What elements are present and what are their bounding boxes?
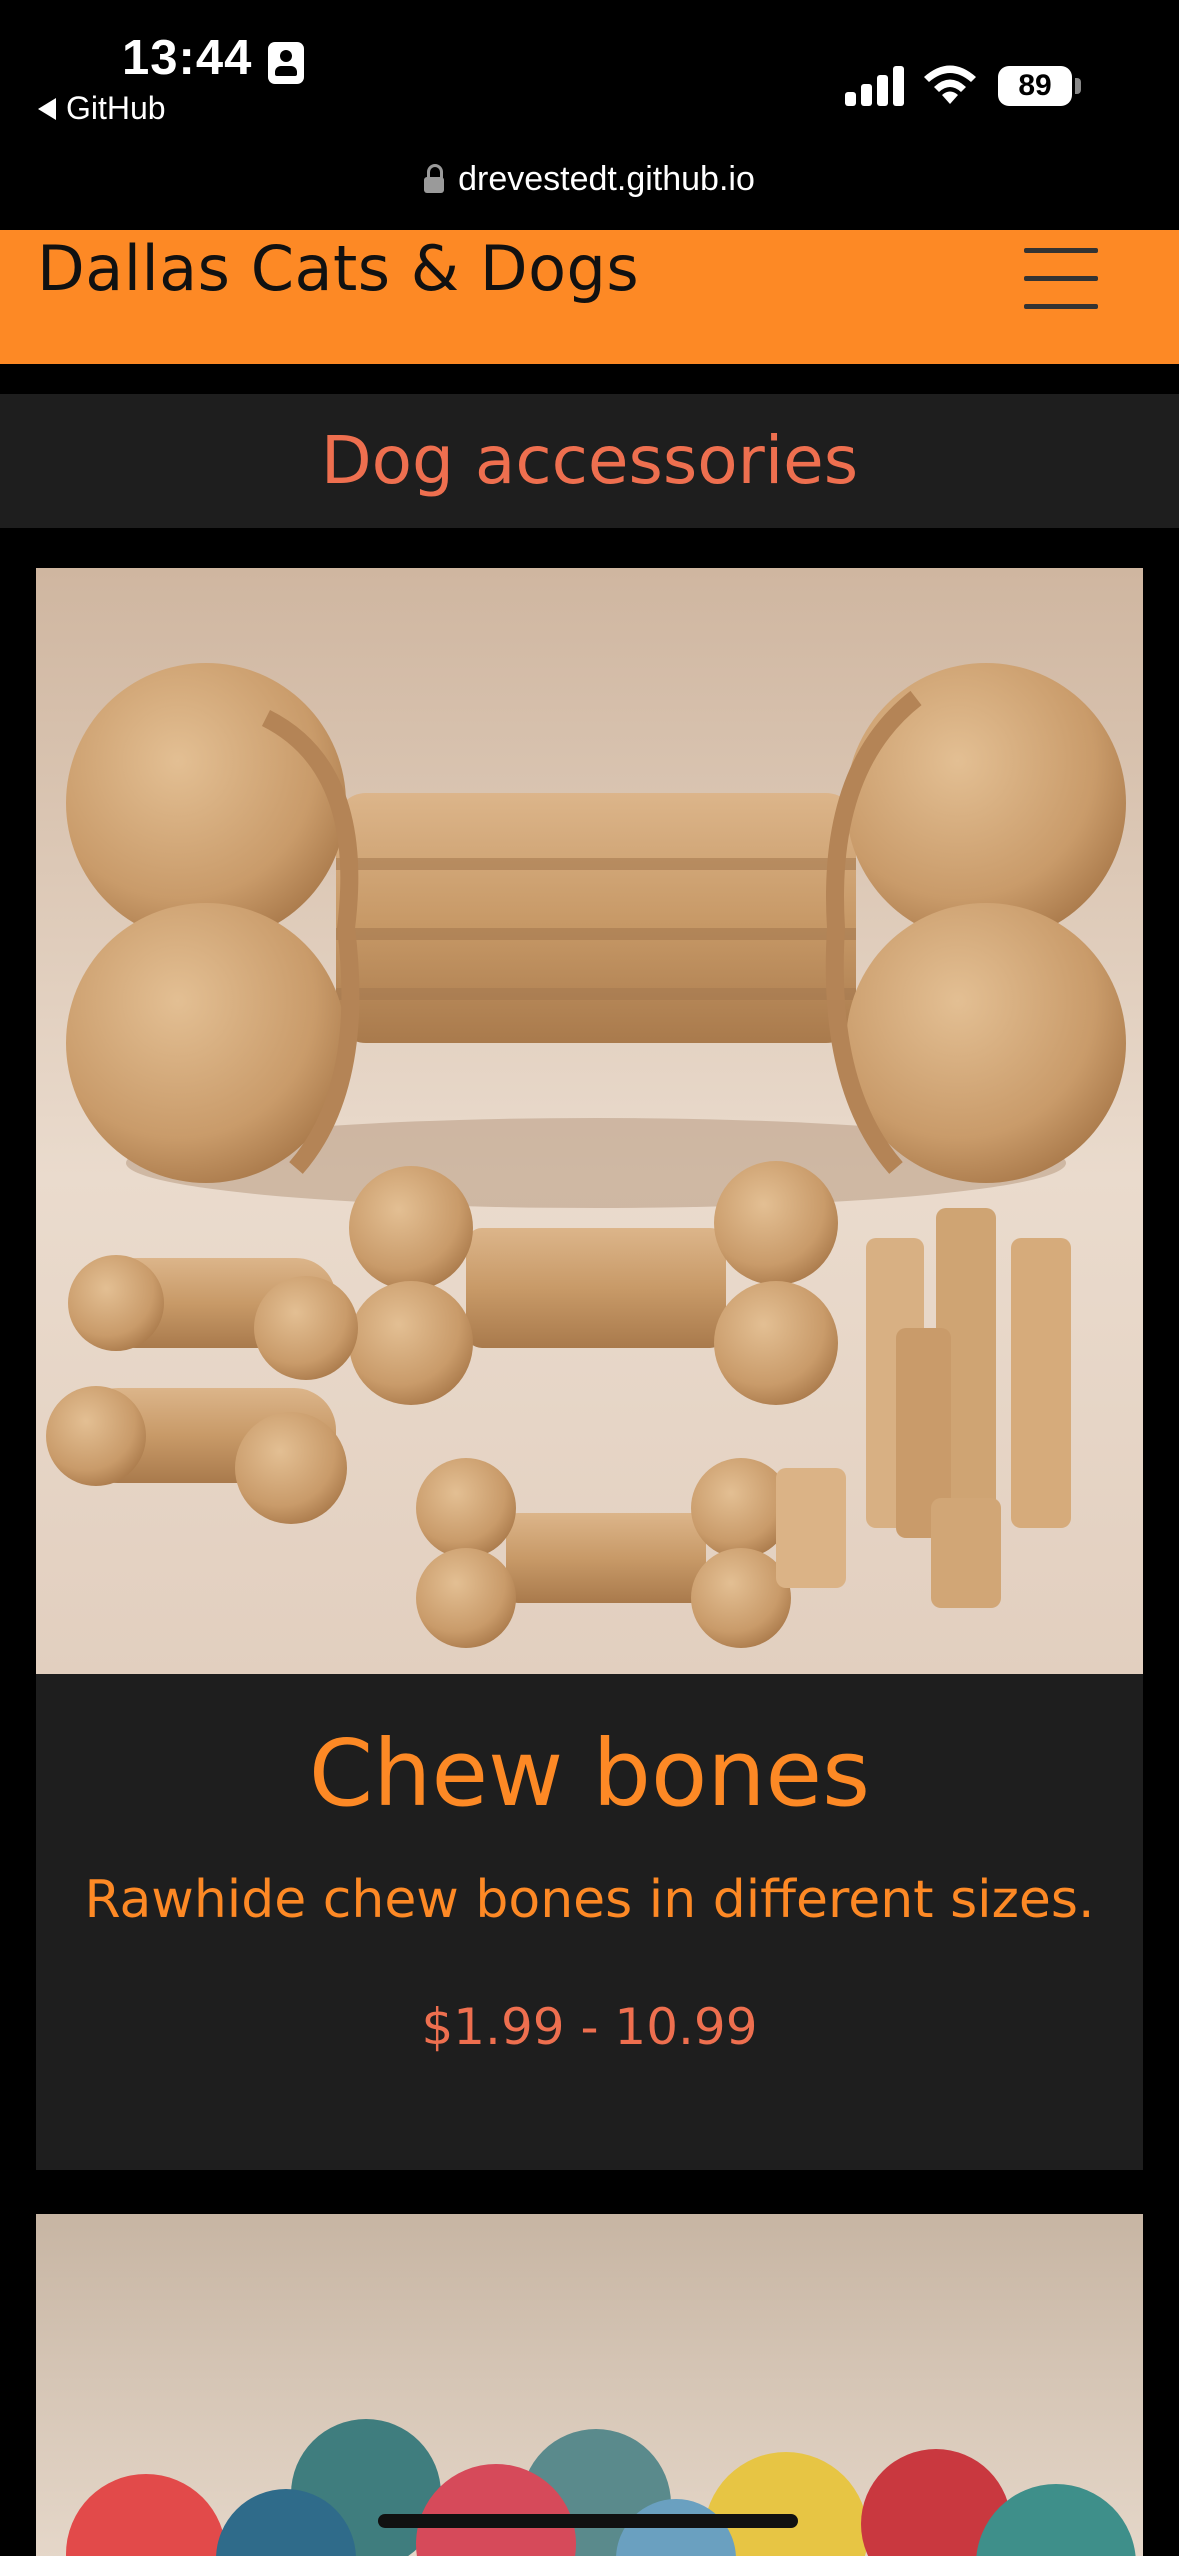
site-header: Dallas Cats & Dogs bbox=[0, 230, 1179, 364]
product-price: $1.99 - 10.99 bbox=[421, 1998, 758, 2056]
section-title: Dog accessories bbox=[0, 394, 1179, 528]
back-app-label: GitHub bbox=[66, 90, 166, 126]
product-card: Chew bones Rawhide chew bones in differe… bbox=[36, 568, 1143, 2170]
site-title[interactable]: Dallas Cats & Dogs bbox=[37, 232, 639, 305]
status-bar: 13:44 GitHub 89 bbox=[0, 0, 1179, 150]
product-image bbox=[36, 2214, 1143, 2556]
product-name: Chew bones bbox=[308, 1720, 871, 1827]
battery-icon: 89 bbox=[998, 66, 1072, 106]
id-card-icon bbox=[268, 42, 304, 84]
product-card bbox=[36, 2214, 1143, 2556]
hamburger-menu-icon[interactable] bbox=[1024, 248, 1098, 312]
lock-icon bbox=[424, 164, 445, 193]
address-bar[interactable]: drevestedt.github.io bbox=[0, 160, 1179, 199]
signal-icon bbox=[845, 62, 905, 106]
back-caret-icon bbox=[38, 97, 56, 120]
wifi-icon bbox=[924, 65, 976, 104]
battery-tip bbox=[1075, 78, 1081, 94]
back-to-app-button[interactable]: GitHub bbox=[38, 90, 166, 127]
product-image bbox=[36, 568, 1143, 1674]
url-text: drevestedt.github.io bbox=[458, 160, 755, 198]
status-time: 13:44 bbox=[122, 31, 253, 85]
battery-level: 89 bbox=[1018, 69, 1052, 102]
product-description: Rawhide chew bones in different sizes. bbox=[84, 1870, 1095, 1930]
home-indicator[interactable] bbox=[378, 2514, 798, 2528]
